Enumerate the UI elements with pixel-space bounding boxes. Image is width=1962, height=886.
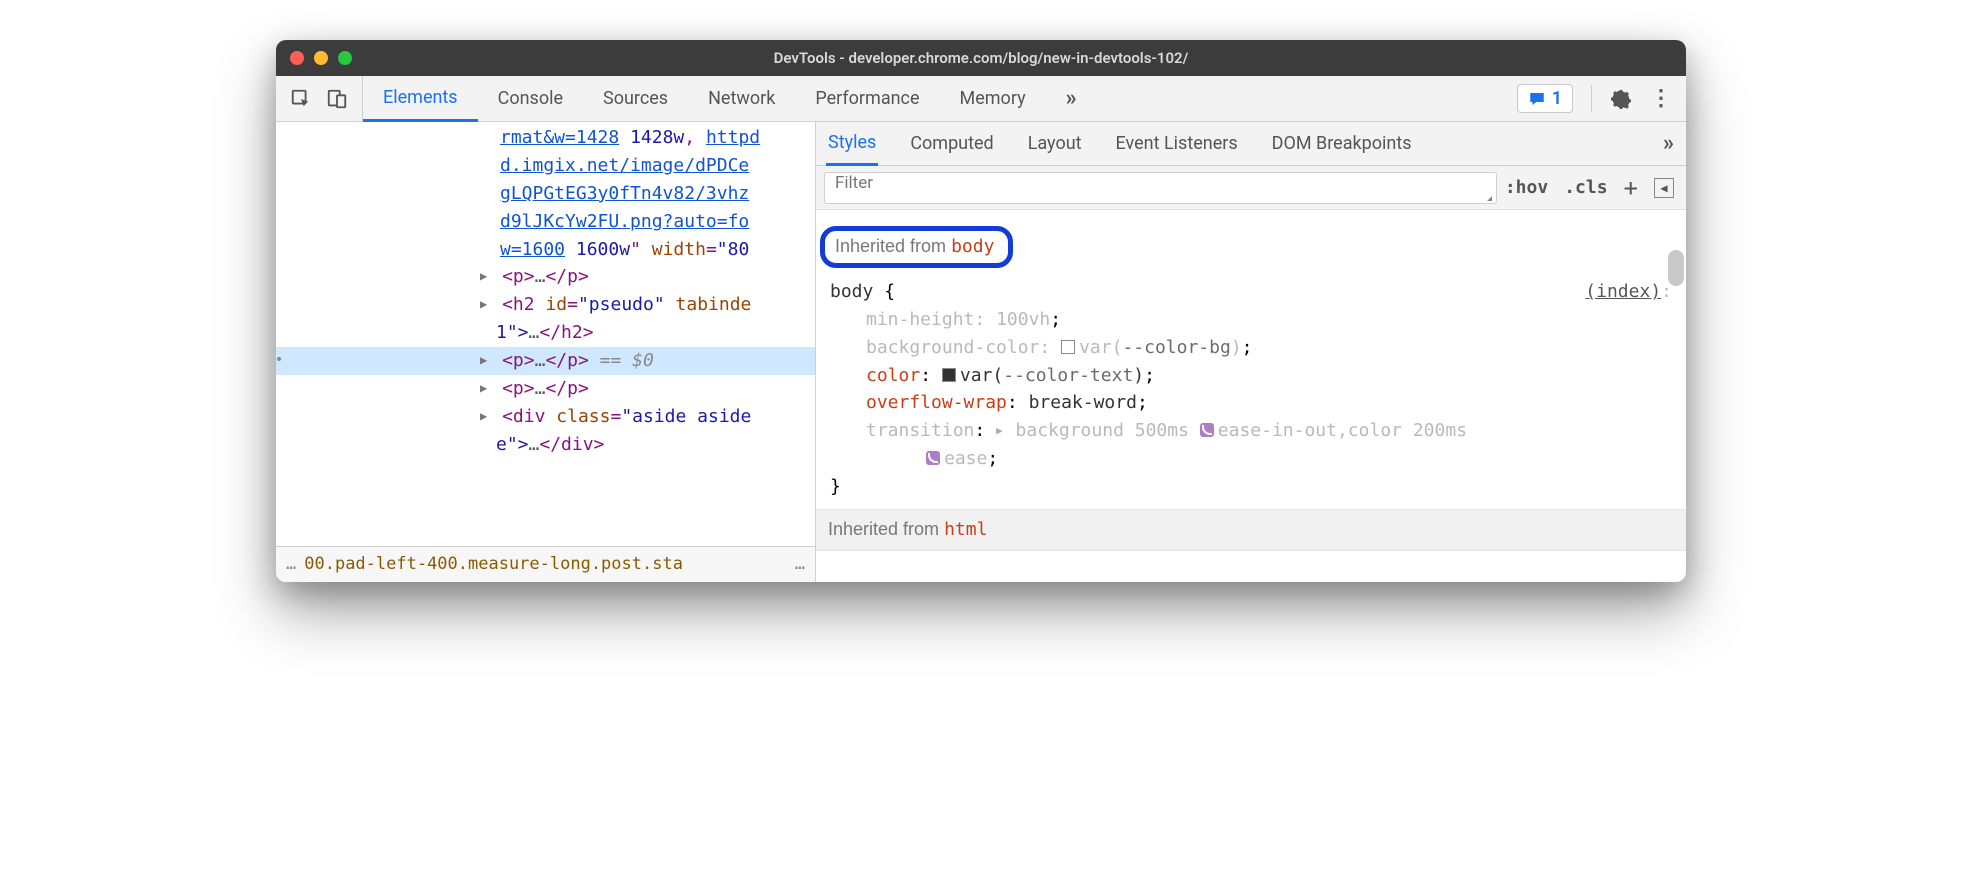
breadcrumb[interactable]: … 00.pad-left-400.measure-long.post.sta … — [276, 546, 815, 582]
tab-network[interactable]: Network — [688, 76, 795, 121]
subtab-event-listeners[interactable]: Event Listeners — [1114, 122, 1240, 165]
css-declaration[interactable]: background-color: var(--color-bg); — [830, 334, 1672, 362]
bezier-swatch-icon[interactable] — [926, 451, 940, 465]
settings-icon[interactable] — [1610, 88, 1632, 110]
styles-rules: Inherited from body (index): body { min-… — [816, 210, 1686, 551]
bezier-swatch-icon[interactable] — [1200, 423, 1214, 437]
expand-triangle-icon[interactable]: ▶ — [480, 267, 487, 286]
breadcrumb-text[interactable]: 00.pad-left-400.measure-long.post.sta — [304, 551, 787, 577]
computed-styles-sidebar-icon[interactable]: ◀ — [1654, 178, 1674, 198]
new-style-rule-button[interactable]: + — [1624, 174, 1638, 202]
devtools-window: DevTools - developer.chrome.com/blog/new… — [276, 40, 1686, 582]
inherited-from-header[interactable]: Inherited from html — [816, 509, 1686, 551]
issues-count: 1 — [1552, 88, 1562, 109]
rule-source-link[interactable]: (index): — [1585, 278, 1672, 306]
subtab-layout[interactable]: Layout — [1026, 122, 1084, 165]
main-toolbar: Elements Console Sources Network Perform… — [276, 76, 1686, 122]
rule-selector[interactable]: body — [830, 281, 873, 302]
subtab-dom-breakpoints[interactable]: DOM Breakpoints — [1270, 122, 1414, 165]
expand-triangle-icon[interactable]: ▶ — [480, 295, 487, 314]
expand-triangle-icon[interactable]: ▶ — [480, 407, 487, 426]
breadcrumb-ellipsis-right[interactable]: … — [795, 551, 805, 577]
dom-node-div-cont[interactable]: e">…</div> — [290, 431, 815, 459]
tab-sources[interactable]: Sources — [583, 76, 688, 121]
inherited-highlight: Inherited from body — [820, 226, 1013, 268]
inherited-from-header[interactable]: Inherited from body — [816, 220, 1686, 274]
css-declaration[interactable]: color: var(--color-text); — [830, 362, 1672, 390]
styles-subtabs: Styles Computed Layout Event Listeners D… — [816, 122, 1686, 166]
subtab-computed[interactable]: Computed — [908, 122, 995, 165]
styles-pane: Styles Computed Layout Event Listeners D… — [816, 122, 1686, 582]
inspect-element-icon[interactable] — [290, 88, 312, 110]
css-declaration[interactable]: min-height: 100vh; — [830, 306, 1672, 334]
tab-console[interactable]: Console — [478, 76, 583, 121]
filter-placeholder: Filter — [835, 173, 873, 193]
dom-text-node[interactable]: rmat&w=1428 1428w, httpd d.imgix.net/ima… — [290, 124, 815, 263]
css-rule[interactable]: (index): body { min-height: 100vh; backg… — [816, 274, 1686, 509]
dom-node-h2[interactable]: ▶ <h2 id="pseudo" tabinde — [290, 291, 815, 319]
breadcrumb-ellipsis-left[interactable]: … — [286, 551, 296, 577]
subtab-overflow[interactable]: » — [1661, 122, 1676, 165]
device-toolbar-icon[interactable] — [326, 88, 348, 110]
titlebar: DevTools - developer.chrome.com/blog/new… — [276, 40, 1686, 76]
tab-overflow[interactable]: » — [1046, 76, 1097, 121]
tab-memory[interactable]: Memory — [940, 76, 1046, 121]
css-declaration[interactable]: overflow-wrap: break-word; — [830, 389, 1672, 417]
dom-node-p[interactable]: ▶ <p>…</p> — [290, 375, 815, 403]
dom-node-p-selected[interactable]: ▶ <p>…</p> == $0 — [276, 347, 815, 375]
panel-tabs: Elements Console Sources Network Perform… — [363, 76, 1097, 121]
toggle-classes-button[interactable]: .cls — [1564, 177, 1607, 198]
color-swatch-icon[interactable] — [942, 368, 956, 382]
issues-icon — [1528, 90, 1546, 108]
divider — [1591, 85, 1592, 112]
toggle-hover-button[interactable]: :hov — [1505, 177, 1548, 198]
minimize-window-button[interactable] — [314, 51, 328, 65]
traffic-lights — [290, 51, 352, 65]
kebab-menu-icon[interactable]: ⋮ — [1650, 88, 1672, 110]
zoom-window-button[interactable] — [338, 51, 352, 65]
close-window-button[interactable] — [290, 51, 304, 65]
dom-node-p[interactable]: ▶ <p>…</p> — [290, 263, 815, 291]
tab-performance[interactable]: Performance — [795, 76, 939, 121]
css-declaration[interactable]: transition: ▶ background 500ms ease-in-o… — [830, 417, 1672, 473]
expand-triangle-icon[interactable]: ▶ — [480, 351, 487, 370]
dom-node-h2-cont[interactable]: 1">…</h2> — [290, 319, 815, 347]
window-title: DevTools - developer.chrome.com/blog/new… — [276, 49, 1686, 67]
styles-filter-input[interactable]: Filter — [824, 172, 1497, 204]
styles-filter-bar: Filter :hov .cls + ◀ — [816, 166, 1686, 210]
tab-elements[interactable]: Elements — [363, 77, 478, 122]
dom-tree-pane: rmat&w=1428 1428w, httpd d.imgix.net/ima… — [276, 122, 816, 582]
subtab-styles[interactable]: Styles — [826, 123, 878, 166]
color-swatch-icon[interactable] — [1061, 340, 1075, 354]
dom-node-div[interactable]: ▶ <div class="aside aside — [290, 403, 815, 431]
issues-button[interactable]: 1 — [1517, 84, 1573, 113]
expand-triangle-icon[interactable]: ▶ — [996, 422, 1003, 439]
selected-node-marker: == $0 — [600, 350, 654, 371]
expand-triangle-icon[interactable]: ▶ — [480, 379, 487, 398]
